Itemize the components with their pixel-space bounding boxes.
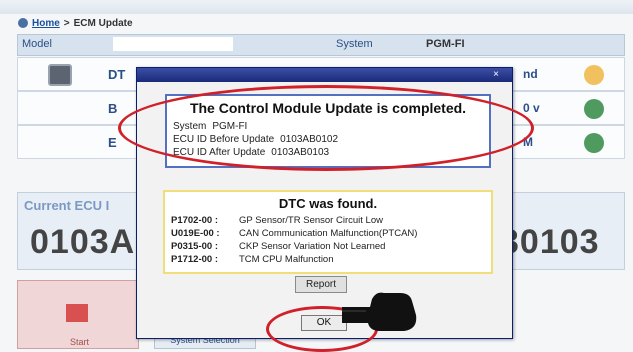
home-icon[interactable] bbox=[18, 18, 28, 28]
dtc-row: U019E-00 : CAN Communication Malfunction(… bbox=[171, 228, 417, 239]
current-ecu-id-left: 0103A bbox=[30, 223, 136, 261]
module-icon bbox=[48, 64, 72, 86]
row-label: DT bbox=[108, 67, 126, 82]
breadcrumb-current: ECM Update bbox=[73, 17, 133, 29]
dtc-row: P0315-00 : CKP Sensor Variation Not Learn… bbox=[171, 241, 385, 252]
dtc-row: P1702-00 : GP Sensor/TR Sensor Circuit Lo… bbox=[171, 215, 383, 226]
current-ecu-title: Current ECU I bbox=[24, 198, 110, 213]
system-value: PGM-FI bbox=[426, 38, 465, 50]
dtc-code: P1712-00 : bbox=[171, 254, 219, 265]
breadcrumb: Home > ECM Update bbox=[18, 15, 133, 31]
close-icon[interactable]: × bbox=[490, 69, 502, 80]
dtc-title: DTC was found. bbox=[278, 196, 378, 211]
system-label: System bbox=[336, 38, 373, 50]
breadcrumb-home-link[interactable]: Home bbox=[32, 18, 60, 29]
start-label: Start bbox=[70, 337, 90, 347]
start-button[interactable]: Start bbox=[17, 280, 139, 349]
start-icon bbox=[66, 304, 88, 322]
row-label: B bbox=[108, 101, 118, 116]
pointing-hand-icon bbox=[342, 292, 417, 331]
highlight-ellipse-update bbox=[118, 85, 534, 171]
dtc-code: P0315-00 : bbox=[171, 241, 219, 252]
status-dot-icon bbox=[584, 99, 604, 119]
dtc-box: DTC was found. P1702-00 : GP Sensor/TR Se… bbox=[163, 190, 493, 274]
dtc-code: U019E-00 : bbox=[171, 228, 220, 239]
status-dot-icon bbox=[584, 133, 604, 153]
row-value: nd bbox=[523, 67, 538, 81]
info-header: Model System PGM-FI bbox=[17, 34, 625, 56]
dtc-desc: GP Sensor/TR Sensor Circuit Low bbox=[239, 215, 383, 226]
model-label: Model bbox=[22, 38, 52, 50]
dtc-desc: TCM CPU Malfunction bbox=[239, 254, 334, 265]
breadcrumb-separator: > bbox=[63, 17, 70, 29]
dtc-code: P1702-00 : bbox=[171, 215, 219, 226]
dialog-title-bar: × bbox=[137, 68, 512, 82]
model-value-field bbox=[113, 37, 233, 51]
status-dot-icon bbox=[584, 65, 604, 85]
dtc-desc: CKP Sensor Variation Not Learned bbox=[239, 241, 386, 252]
row-label: E bbox=[108, 135, 117, 150]
top-bar bbox=[0, 0, 633, 14]
dtc-desc: CAN Communication Malfunction(PTCAN) bbox=[239, 228, 418, 239]
dtc-row: P1712-00 : TCM CPU Malfunction bbox=[171, 254, 334, 265]
row-value: 0 v bbox=[523, 101, 540, 115]
current-ecu-id-right: 30103 bbox=[500, 223, 600, 261]
